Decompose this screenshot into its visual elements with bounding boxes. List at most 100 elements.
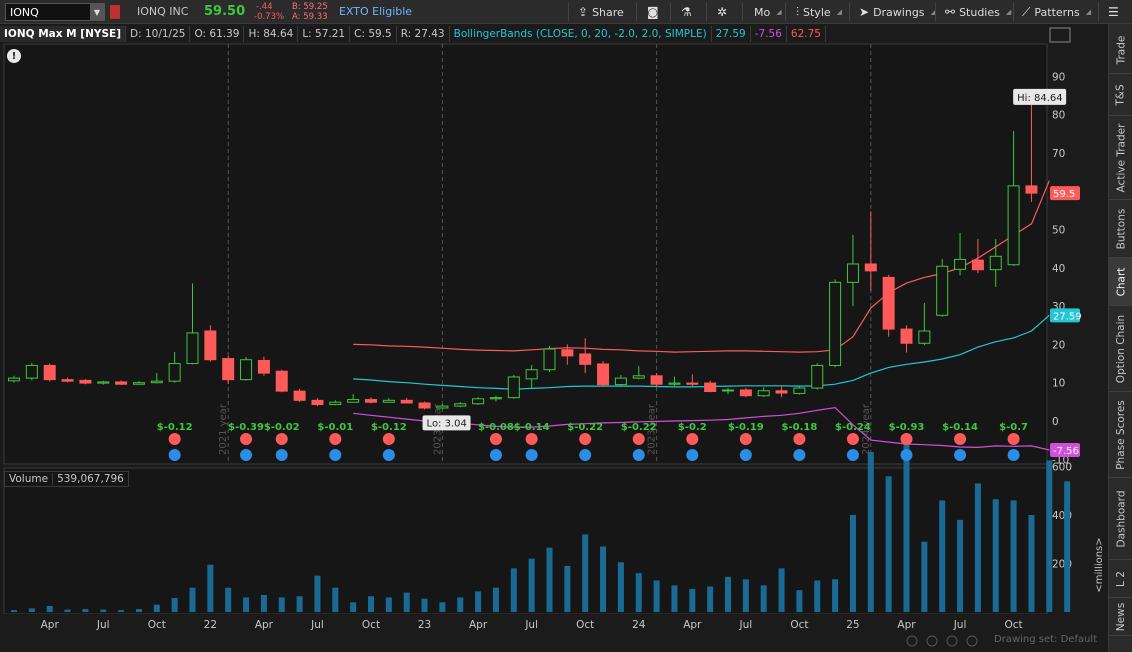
earnings-icon: [632, 433, 645, 445]
side-tab-dashboard[interactable]: Dashboard: [1109, 478, 1132, 560]
candle-body: [829, 281, 842, 366]
candle-body: [632, 375, 645, 379]
earnings-label: $-0.93: [889, 422, 925, 433]
volume-bar: [1064, 481, 1071, 612]
side-tab-news[interactable]: News: [1109, 598, 1132, 636]
dividend-icon: [739, 449, 752, 461]
volume-bar: [510, 568, 517, 612]
dividend-icon: [382, 449, 395, 461]
candle-body: [204, 330, 217, 361]
side-tab-label: Option Chain: [1115, 314, 1127, 383]
dividend-icon: [579, 449, 592, 461]
dividend-icon: [240, 449, 253, 461]
candle-body: [222, 358, 235, 381]
candle-body: [25, 364, 38, 379]
side-tab-label: News: [1115, 602, 1127, 631]
volume-bar: [82, 609, 89, 612]
dividend-icon: [275, 449, 288, 461]
candle-body: [561, 349, 574, 357]
volume-bar: [350, 602, 357, 612]
earnings-label: $-0.14: [514, 422, 550, 433]
candle-body: [186, 332, 199, 365]
earnings-icon: [739, 433, 752, 445]
side-tab-option-chain[interactable]: Option Chain: [1109, 306, 1132, 392]
volume-bar: [653, 580, 660, 612]
volume-bar: [796, 590, 803, 612]
dividend-icon: [900, 449, 913, 461]
candle-body: [739, 389, 752, 397]
drawing-set-label[interactable]: Drawing set: Default: [994, 634, 1097, 645]
side-tab-trade[interactable]: Trade: [1109, 26, 1132, 74]
candle-body: [775, 390, 788, 394]
earnings-icon: [489, 433, 502, 445]
candle-body: [132, 382, 145, 385]
candle-body: [97, 381, 110, 384]
candle-body: [811, 364, 824, 389]
volume-bar: [707, 586, 714, 612]
candle-body: [150, 380, 163, 384]
side-tab-label: Dashboard: [1115, 490, 1127, 547]
candle-body: [971, 259, 984, 271]
time-tick-label: Jul: [953, 619, 967, 631]
volume-bar: [742, 579, 749, 612]
volume-tick-label: 600: [1052, 462, 1072, 474]
side-tab-l-2[interactable]: L 2: [1109, 560, 1132, 598]
candle-body: [257, 359, 270, 374]
volume-bar: [992, 499, 999, 612]
candle-body: [293, 390, 306, 401]
volume-bar: [974, 483, 981, 612]
volume-bar: [1010, 500, 1017, 612]
side-tab-label: L 2: [1115, 570, 1127, 587]
price-axis-marker-label: 59.5: [1053, 189, 1075, 200]
volume-bar: [885, 476, 892, 612]
side-tab-buttons[interactable]: Buttons: [1109, 200, 1132, 258]
earnings-icon: [954, 433, 967, 445]
candle-body: [686, 382, 699, 385]
candle-body: [418, 402, 431, 409]
dividend-icon: [329, 449, 342, 461]
candle-body: [954, 258, 967, 270]
candle-body: [61, 379, 74, 382]
time-tick-label: Jul: [739, 619, 753, 631]
chart-canvas[interactable]: 9080706050403020100-10600400200<millions…: [0, 0, 1108, 652]
volume-bar: [153, 604, 160, 612]
price-tick-label: 80: [1052, 110, 1065, 122]
candle-body: [43, 364, 56, 381]
candle-body: [8, 377, 20, 382]
candle-body: [900, 328, 913, 344]
side-tab-t-s[interactable]: T&S: [1109, 74, 1132, 116]
volume-bar: [296, 596, 303, 612]
candle-body: [311, 399, 324, 406]
dividend-icon: [686, 449, 699, 461]
volume-bar: [921, 541, 928, 612]
earnings-label: $-0.39: [228, 422, 264, 433]
time-tick-label: Apr: [897, 619, 916, 631]
chart-settings-icon[interactable]: [1049, 27, 1071, 43]
time-axis: [0, 614, 1108, 652]
price-tick-label: 90: [1052, 71, 1065, 83]
volume-bar: [171, 597, 178, 612]
side-tab-phase-scores[interactable]: Phase Scores: [1109, 392, 1132, 478]
earnings-icon: [686, 433, 699, 445]
earnings-icon: [525, 433, 538, 445]
candle-body: [882, 276, 895, 330]
candle-body: [275, 370, 288, 392]
volume-bar: [582, 534, 589, 612]
side-tab-chart[interactable]: Chart: [1109, 258, 1132, 306]
volume-bar: [957, 519, 964, 612]
volume-bar: [528, 558, 535, 612]
side-tab-active-trader[interactable]: Active Trader: [1109, 116, 1132, 200]
price-tick-label: 20: [1052, 339, 1065, 351]
hamburger-icon: ☰: [1108, 5, 1119, 19]
time-tick-label: Oct: [790, 619, 808, 631]
volume-bar: [867, 451, 874, 612]
volume-bar: [260, 595, 267, 612]
candle-body: [1007, 185, 1020, 266]
earnings-icon: [846, 433, 859, 445]
candle-body: [1025, 185, 1038, 194]
volume-bar: [314, 575, 321, 612]
alert-icon[interactable]: !: [7, 49, 21, 63]
volume-bar: [243, 597, 250, 612]
volume-bar: [832, 579, 839, 612]
candle-body: [936, 265, 949, 316]
